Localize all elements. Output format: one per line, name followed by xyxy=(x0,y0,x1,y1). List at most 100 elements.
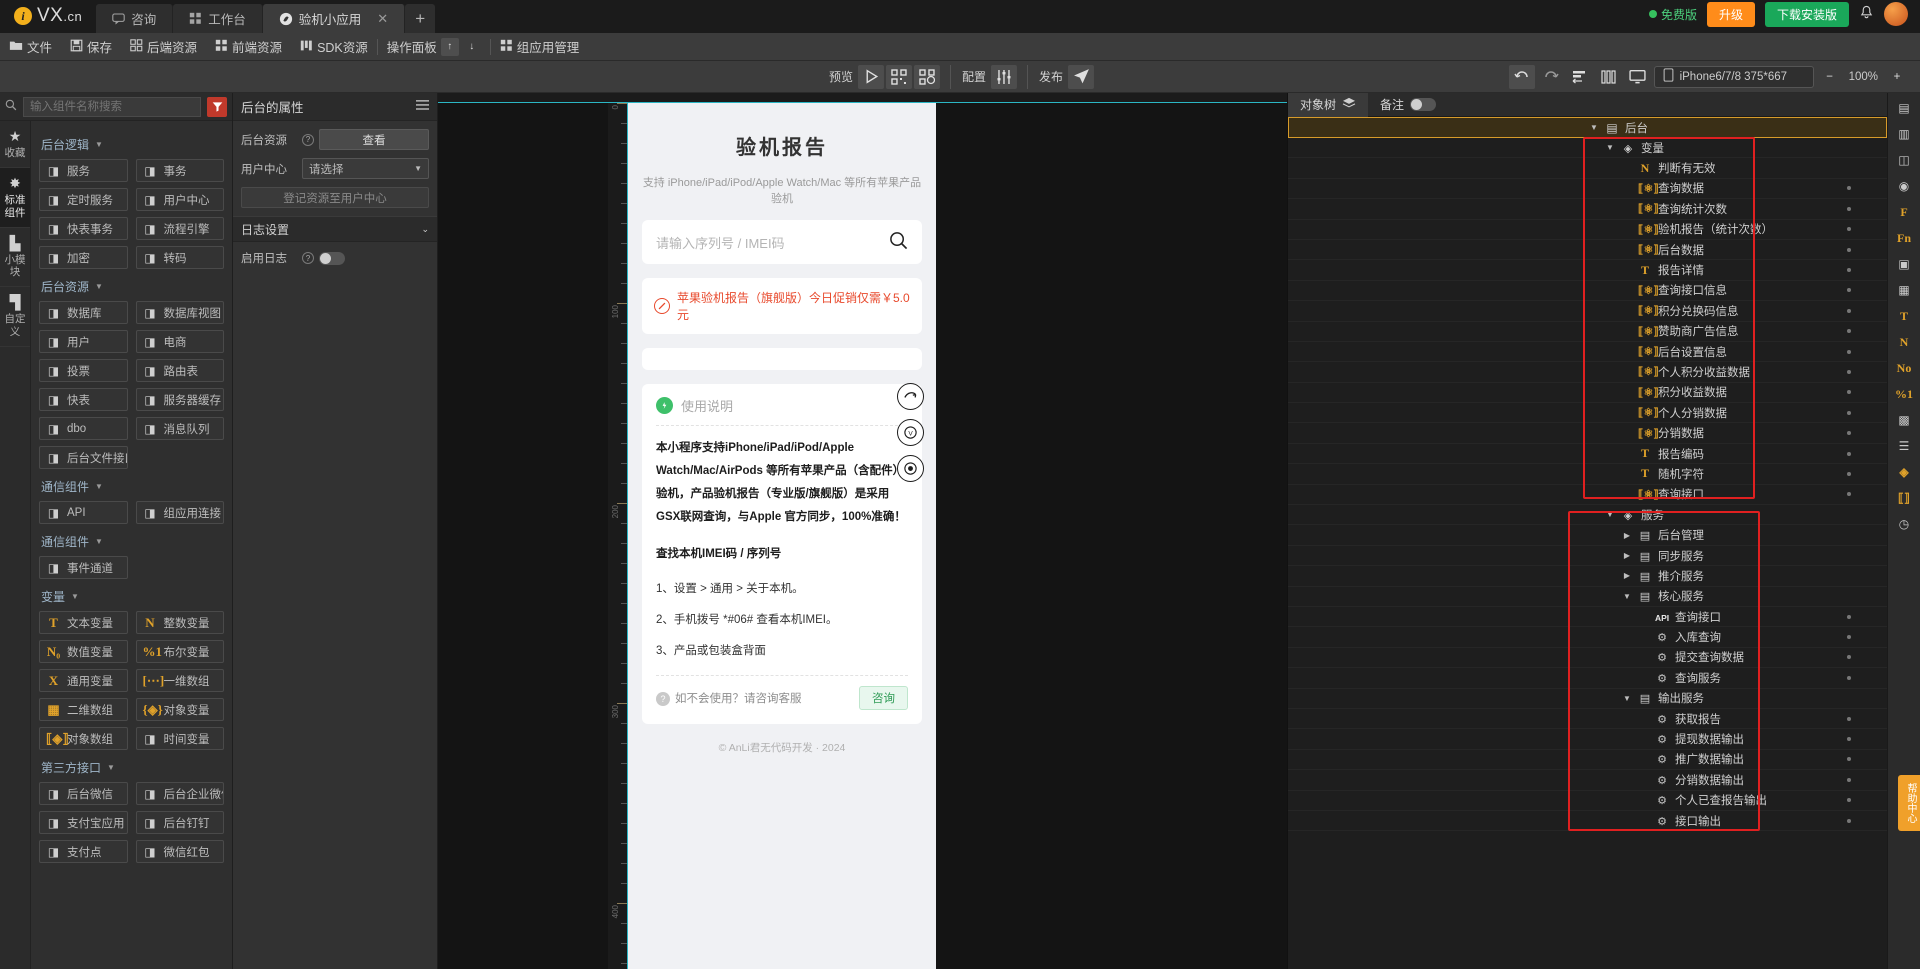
tree-node[interactable]: ⟦⚛⟧ 后台设置信息 xyxy=(1288,342,1887,363)
menu-item-group-app[interactable]: 组应用管理 xyxy=(491,33,589,61)
component-wechat-icon[interactable]: ◨ 后台微信 xyxy=(39,782,128,805)
tab-workbench[interactable]: 工作台 xyxy=(173,4,263,33)
component-transcode-icon[interactable]: ◨ 转码 xyxy=(135,246,224,269)
download-button[interactable]: 下载安装版 xyxy=(1764,1,1849,27)
bell-icon[interactable] xyxy=(1859,5,1874,24)
component-cache-icon[interactable]: ◨ 服务器缓存 xyxy=(135,388,224,411)
view-button[interactable]: 查看 xyxy=(319,129,429,150)
arr-icon[interactable]: ⟦⟧ xyxy=(1893,488,1915,508)
component-fileapi-icon[interactable]: ◨ 后台文件接口 xyxy=(39,446,128,469)
upgrade-button[interactable]: 升级 xyxy=(1706,1,1755,27)
tree-node[interactable]: ⚙ 推广数据输出 xyxy=(1288,750,1887,771)
component-timer-icon[interactable]: ◨ 定时服务 xyxy=(39,188,128,211)
menu-item-file[interactable]: 文件 xyxy=(0,33,61,61)
component-groupapp-icon[interactable]: ◨ 组应用连接 xyxy=(135,501,224,524)
help-icon[interactable]: ? xyxy=(302,133,314,146)
undo-icon[interactable] xyxy=(1508,64,1535,89)
component-lock-icon[interactable]: ◨ 加密 xyxy=(39,246,128,269)
tree-node[interactable]: T 报告详情 xyxy=(1288,260,1887,281)
config-label[interactable]: 配置 xyxy=(959,68,989,85)
help-icon[interactable]: ? xyxy=(302,252,314,264)
tree-node[interactable]: ▼ ▤ 核心服务 xyxy=(1288,587,1887,607)
rail-custom[interactable]: ▜ 自定义 xyxy=(0,287,30,347)
component-database-icon[interactable]: ◨ 数据库 xyxy=(39,301,128,324)
glyph-icon[interactable]: F xyxy=(1893,202,1915,222)
component-wecom-icon[interactable]: ◨ 后台企业微信 xyxy=(135,782,224,805)
chart-icon[interactable]: ▦ xyxy=(1893,280,1915,300)
component-fasttable-tx-icon[interactable]: ◨ 快表事务 xyxy=(39,217,128,240)
menu-item-sdk-res[interactable]: SDK资源 xyxy=(291,33,377,61)
tree-node[interactable]: ⟦⚛⟧ 个人积分收益数据 xyxy=(1288,362,1887,383)
tree-node[interactable]: ▶ ▤ 后台管理 xyxy=(1288,525,1887,546)
component-event-channel-icon[interactable]: ◨ 事件通道 xyxy=(39,556,128,579)
chevron-right-icon[interactable]: ▶ xyxy=(1622,571,1632,580)
component-%1[interactable]: %1 布尔变量 xyxy=(135,640,224,663)
send-icon[interactable] xyxy=(1068,64,1095,89)
db-icon[interactable]: ◫ xyxy=(1893,150,1915,170)
tree-node[interactable]: API 查询接口 xyxy=(1288,607,1887,628)
component-pay-icon[interactable]: ◨ 支付点 xyxy=(39,840,128,863)
menu-item-save[interactable]: 保存 xyxy=(61,33,121,61)
tree-node[interactable]: ▼ ▤ 输出服务 xyxy=(1288,689,1887,709)
tree-node[interactable]: ⚙ 分销数据输出 xyxy=(1288,770,1887,791)
tab-consult[interactable]: 咨询 xyxy=(96,4,174,33)
component-X[interactable]: X 通用变量 xyxy=(39,669,128,692)
close-icon[interactable]: ✕ xyxy=(377,11,388,27)
palette-group-title[interactable]: 后台逻辑 ▼ xyxy=(41,136,224,153)
component-clock-icon[interactable]: ◨ 时间变量 xyxy=(135,727,224,750)
tree-node[interactable]: ⟦⚛⟧ 查询接口信息 xyxy=(1288,281,1887,302)
tree-node[interactable]: ▼ ◈ 服务 xyxy=(1288,505,1887,526)
tree-node[interactable]: ⚙ 提交查询数据 xyxy=(1288,648,1887,669)
sliders-icon[interactable] xyxy=(991,64,1018,89)
tree-node[interactable]: ⟦⚛⟧ 查询统计次数 xyxy=(1288,199,1887,220)
panel-down-button[interactable]: ↓ xyxy=(463,38,481,56)
preview-label[interactable]: 预览 xyxy=(826,68,856,85)
component-T[interactable]: T 文本变量 xyxy=(39,611,128,634)
panel-icon[interactable]: ▥ xyxy=(1893,124,1915,144)
tree-node[interactable]: ⚙ 查询服务 xyxy=(1288,668,1887,689)
tree-node[interactable]: ⚙ 入库查询 xyxy=(1288,627,1887,648)
component-▦[interactable]: ▦ 二维数组 xyxy=(39,698,128,721)
component-transaction-icon[interactable]: ◨ 事务 xyxy=(135,159,224,182)
tree-node[interactable]: T 报告编码 xyxy=(1288,444,1887,465)
monitor-icon[interactable] xyxy=(1625,65,1651,89)
obj-icon[interactable]: ◈ xyxy=(1893,462,1915,482)
glyph-icon[interactable]: No xyxy=(1893,358,1915,378)
serial-search-input[interactable]: 请输入序列号 / IMEI码 xyxy=(642,220,922,264)
device-selector[interactable]: iPhone6/7/8 375*667 xyxy=(1653,65,1814,88)
component-N₀[interactable]: N₀ 数值变量 xyxy=(39,640,128,663)
help-center-button[interactable]: 帮助中心 xyxy=(1898,775,1920,831)
target-icon[interactable] xyxy=(897,455,924,482)
enable-log-toggle[interactable] xyxy=(319,251,345,265)
chevron-down-icon[interactable]: ▼ xyxy=(1622,592,1632,601)
tree-node[interactable]: ⟦⚛⟧ 分销数据 xyxy=(1288,423,1887,444)
rail-small-modules[interactable]: ▙ 小模块 xyxy=(0,228,30,288)
menu-item-panel[interactable]: 操作面板 ↑ ↓ xyxy=(378,33,490,61)
component-[⋯][interactable]: [⋯] 一维数组 xyxy=(135,669,224,692)
promo-card[interactable]: 苹果验机报告（旗舰版）今日促销仅需￥5.0元 xyxy=(642,278,922,334)
tree-node[interactable]: ⟦⚛⟧ 验机报告（统计次数） xyxy=(1288,220,1887,240)
design-canvas[interactable]: 100 200 300 400 0 验机报告 支持 iPhone/iPad/iPod/A… xyxy=(438,93,1287,969)
search-input[interactable] xyxy=(23,96,201,117)
img-icon[interactable]: ▣ xyxy=(1893,254,1915,274)
component-vote-icon[interactable]: ◨ 投票 xyxy=(39,359,128,382)
component-{◈}[interactable]: {◈} 对象变量 xyxy=(135,698,224,721)
notes-toggle[interactable] xyxy=(1410,98,1437,111)
tree-node[interactable]: ⟦⚛⟧ 积分收益数据 xyxy=(1288,383,1887,404)
zoom-in-button[interactable]: + xyxy=(1884,65,1910,89)
tab-app-yanji[interactable]: 验机小应用 ✕ xyxy=(262,4,406,33)
tree-node[interactable]: ⚙ 个人已查报告输出 xyxy=(1288,791,1887,811)
tree-node[interactable]: ▶ ▤ 推介服务 xyxy=(1288,566,1887,587)
register-resource-button[interactable]: 登记资源至用户中心 xyxy=(241,187,429,208)
component-flow-engine-icon[interactable]: ◨ 流程引擎 xyxy=(135,217,224,240)
component-N[interactable]: N 整数变量 xyxy=(135,611,224,634)
component-service-icon[interactable]: ◨ 服务 xyxy=(39,159,128,182)
chevron-down-icon[interactable]: ▼ xyxy=(1605,510,1615,519)
tab-notes[interactable]: 备注 xyxy=(1368,93,1448,117)
rail-standard-components[interactable]: ✸ 标准组件 xyxy=(0,167,30,228)
chevron-down-icon[interactable]: ▼ xyxy=(1622,694,1632,703)
component-dbo-icon[interactable]: ◨ dbo xyxy=(39,417,128,440)
qrcode-icon[interactable] xyxy=(885,64,912,89)
columns-icon[interactable] xyxy=(1596,65,1622,89)
tree-node[interactable]: ⟦⚛⟧ 查询数据 xyxy=(1288,179,1887,200)
